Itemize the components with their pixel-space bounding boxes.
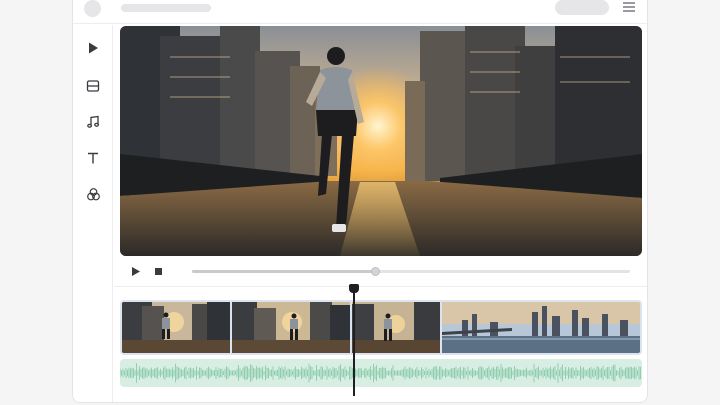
color-circles-icon xyxy=(86,187,100,200)
sidebar-tool-layout[interactable] xyxy=(81,74,105,98)
stop-button[interactable] xyxy=(151,264,165,278)
scrubber-track[interactable] xyxy=(192,267,630,276)
playhead[interactable] xyxy=(349,284,360,397)
editor-window xyxy=(72,0,648,403)
clip-thumbnail xyxy=(352,302,440,353)
waveform-path xyxy=(120,363,641,383)
sidebar-tool-effects[interactable] xyxy=(81,182,105,206)
tool-sidebar xyxy=(73,25,113,402)
audio-track[interactable] xyxy=(120,359,642,387)
hamburger-menu-icon[interactable] xyxy=(623,2,635,12)
video-track xyxy=(120,300,642,355)
avatar[interactable] xyxy=(84,0,101,17)
text-icon xyxy=(88,152,98,164)
play-icon xyxy=(89,42,98,54)
preview-frame-image xyxy=(120,26,642,256)
video-clip[interactable] xyxy=(352,302,440,353)
audio-waveform xyxy=(120,363,641,383)
top-bar xyxy=(73,0,647,24)
sidebar-tool-audio[interactable] xyxy=(81,110,105,134)
clip-thumbnail xyxy=(122,302,230,353)
video-clip[interactable] xyxy=(442,302,640,353)
clip-thumbnail xyxy=(442,302,640,353)
scrubber-progress xyxy=(192,270,376,273)
layout-icon xyxy=(86,80,100,92)
play-button[interactable] xyxy=(128,264,142,278)
sidebar-tool-text[interactable] xyxy=(81,146,105,170)
timeline xyxy=(120,300,642,390)
playback-controls xyxy=(120,260,642,282)
sidebar-tool-media[interactable] xyxy=(81,36,105,60)
clip-thumbnail xyxy=(232,302,350,353)
play-icon xyxy=(131,266,140,276)
video-preview[interactable] xyxy=(120,26,642,256)
video-clip[interactable] xyxy=(122,302,230,353)
video-clip[interactable] xyxy=(232,302,350,353)
panel-divider xyxy=(114,286,647,287)
export-button[interactable] xyxy=(555,0,609,15)
project-title-placeholder xyxy=(121,4,211,12)
music-note-icon xyxy=(87,115,100,128)
scrubber-handle[interactable] xyxy=(371,267,381,276)
stop-icon xyxy=(154,267,162,275)
playhead-line xyxy=(353,290,355,396)
